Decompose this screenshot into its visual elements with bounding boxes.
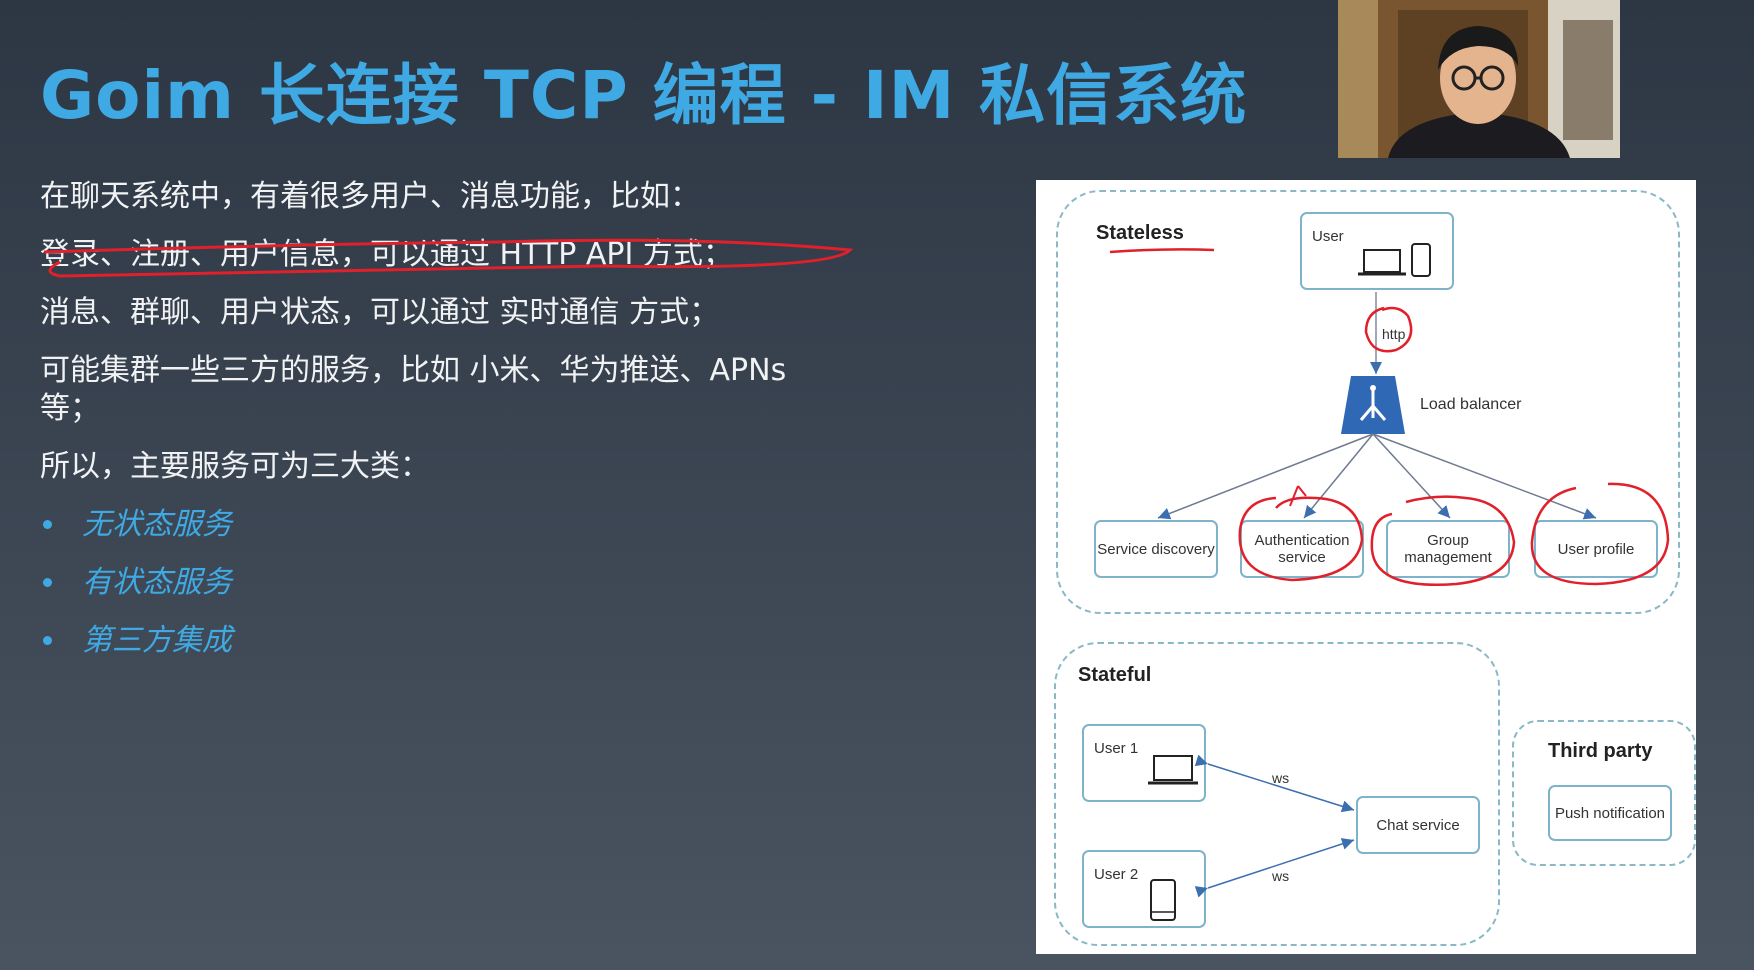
laptop-phone-icon xyxy=(1358,243,1431,277)
laptop-icon xyxy=(1148,755,1198,785)
user-box: User xyxy=(1300,212,1454,290)
bullet-stateful: 有状态服务 xyxy=(40,564,940,602)
load-balancer-label: Load balancer xyxy=(1420,396,1522,413)
user-profile-box: User profile xyxy=(1534,520,1658,578)
authentication-service-box: Authentication service xyxy=(1240,520,1364,578)
push-notification-box: Push notification xyxy=(1548,785,1672,841)
http-label: http xyxy=(1382,326,1406,342)
stateful-label: Stateful xyxy=(1078,664,1152,686)
user1-label: User 1 xyxy=(1094,740,1139,757)
realtime-line: 消息、群聊、用户状态，可以通过 实时通信 方式； xyxy=(40,295,720,330)
slide-title: Goim 长连接 TCP 编程 - IM 私信系统 xyxy=(40,57,1248,134)
intro-line: 在聊天系统中，有着很多用户、消息功能，比如： xyxy=(40,179,700,214)
user1-box: User 1 xyxy=(1082,724,1206,802)
chat-service-box: Chat service xyxy=(1356,796,1480,854)
third-party-label: Third party xyxy=(1548,740,1653,762)
ws-label-top: ws xyxy=(1272,770,1290,786)
architecture-diagram: Stateless User http Load balancer Servic… xyxy=(1036,180,1696,954)
slide-content: 在聊天系统中，有着很多用户、消息功能，比如： 登录、注册、用户信息，可以通过 H… xyxy=(40,178,940,680)
user2-label: User 2 xyxy=(1094,866,1139,883)
webcam-video xyxy=(1338,0,1620,158)
bullet-stateless: 无状态服务 xyxy=(40,506,940,544)
third-party-line: 可能集群一些三方的服务，比如 小米、华为推送、APNs 等； xyxy=(40,353,787,426)
summary-line: 所以，主要服务可为三大类： xyxy=(40,449,430,484)
load-balancer-icon xyxy=(1341,376,1405,434)
ws-label-bottom: ws xyxy=(1272,868,1290,884)
stateless-label: Stateless xyxy=(1096,222,1184,244)
user-label: User xyxy=(1312,228,1344,245)
service-category-list: 无状态服务 有状态服务 第三方集成 xyxy=(40,506,940,660)
service-discovery-box: Service discovery xyxy=(1094,520,1218,578)
bullet-third-party: 第三方集成 xyxy=(40,622,940,660)
http-api-line: 登录、注册、用户信息，可以通过 HTTP API 方式； xyxy=(40,237,733,272)
group-management-box: Group management xyxy=(1386,520,1510,578)
user2-box: User 2 xyxy=(1082,850,1206,928)
phone-icon xyxy=(1150,879,1176,921)
